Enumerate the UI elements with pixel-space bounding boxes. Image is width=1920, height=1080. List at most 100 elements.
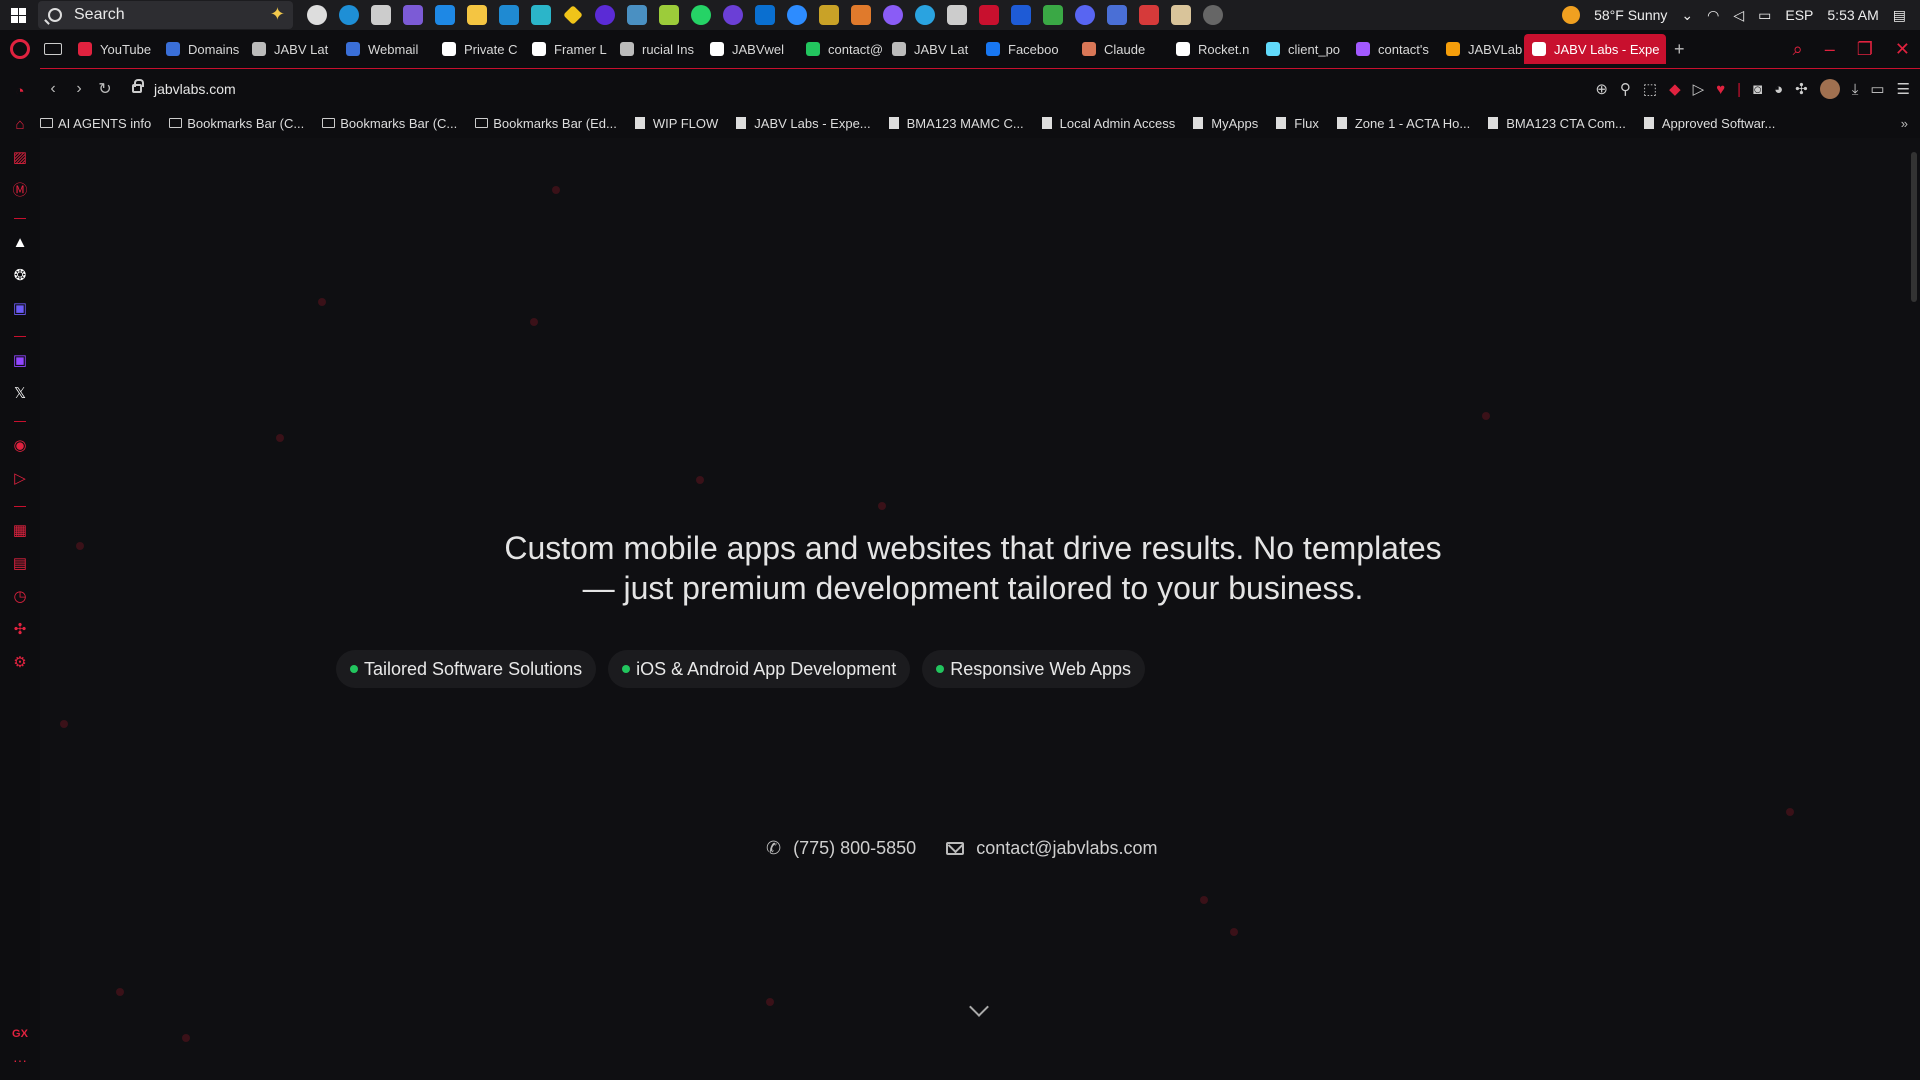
snapshot-icon[interactable]: ⬚ <box>1643 80 1657 98</box>
app-icon[interactable] <box>1107 5 1127 25</box>
volume-icon[interactable]: ◁ <box>1733 7 1744 24</box>
scroll-down-chevron-icon[interactable] <box>969 997 989 1017</box>
zoom-icon[interactable]: ⊕ <box>1595 80 1608 98</box>
download-icon[interactable]: ⤓ <box>1852 81 1859 98</box>
bookmark-item[interactable]: MyApps <box>1193 116 1258 131</box>
pocket-icon[interactable]: ◆ <box>1669 80 1681 98</box>
url-text[interactable]: jabvlabs.com <box>154 81 236 97</box>
bookmark-item[interactable]: BMA123 CTA Com... <box>1488 116 1626 131</box>
browser-tab[interactable]: JABVLab <box>1438 34 1524 64</box>
app-icon[interactable] <box>819 5 839 25</box>
bookmark-item[interactable]: Flux <box>1276 116 1319 131</box>
email-address[interactable]: contact@jabvlabs.com <box>976 838 1157 859</box>
bookmark-item[interactable]: WIP FLOW <box>634 116 718 131</box>
app-icon[interactable] <box>1011 5 1031 25</box>
back-button[interactable]: ‹ <box>40 80 66 98</box>
weather-text[interactable]: 58°F Sunny <box>1594 7 1667 23</box>
phone-link[interactable]: ✆ (775) 800-5850 <box>766 838 916 859</box>
browser-tab[interactable]: Faceboo <box>978 34 1074 64</box>
send-icon[interactable]: ▷ <box>1693 80 1705 98</box>
app-icon[interactable] <box>723 5 743 25</box>
heart-icon[interactable]: ♥ <box>1716 81 1725 98</box>
bookmark-item[interactable]: BMA123 MAMC C... <box>888 116 1024 131</box>
app-icon[interactable] <box>1171 5 1191 25</box>
player-icon[interactable]: ◉ <box>11 437 29 455</box>
settings-gear-icon[interactable]: ⚙ <box>11 654 29 672</box>
language-indicator[interactable]: ESP <box>1785 7 1813 23</box>
app-icon[interactable] <box>1203 5 1223 25</box>
restore-button[interactable]: ❐ <box>1857 39 1873 60</box>
browser-tab[interactable]: YouTube <box>70 34 158 64</box>
x-twitter-icon[interactable]: 𝕏 <box>11 385 29 403</box>
browser-tab[interactable]: contact@ <box>798 34 884 64</box>
battery-saver-icon[interactable]: ▭ <box>1870 80 1884 98</box>
app-icon[interactable] <box>1139 5 1159 25</box>
bookmark-item[interactable]: JABV Labs - Expe... <box>736 116 871 131</box>
speed-dial-icon[interactable]: ◔ <box>11 83 29 101</box>
clock[interactable]: 5:53 AM <box>1827 7 1878 23</box>
minimize-button[interactable]: – <box>1825 39 1835 60</box>
windows-start-icon[interactable] <box>0 0 36 30</box>
battery-icon[interactable]: ▭ <box>1758 7 1771 24</box>
aria-icon[interactable]: ▨ <box>11 149 29 167</box>
gx-label[interactable]: GX <box>12 1028 28 1040</box>
bookmark-item[interactable]: AI AGENTS info <box>40 116 151 131</box>
app-icon[interactable] <box>851 5 871 25</box>
vscode-app-icon[interactable] <box>499 5 519 25</box>
workspaces-icon[interactable] <box>44 43 62 55</box>
easy-setup-icon[interactable]: ☰ <box>1897 80 1910 98</box>
url-field[interactable]: jabvlabs.com <box>132 79 236 97</box>
app-icon[interactable] <box>659 5 679 25</box>
bookmarks-overflow-icon[interactable]: » <box>1901 116 1908 131</box>
more-options-icon[interactable]: ··· <box>13 1052 27 1068</box>
home-icon[interactable]: ⌂ <box>11 116 29 134</box>
browser-tab[interactable]: Rocket.n <box>1168 34 1258 64</box>
phone-number[interactable]: (775) 800-5850 <box>793 838 916 859</box>
discord-app-icon[interactable] <box>1075 5 1095 25</box>
scrollbar-thumb[interactable] <box>1911 152 1917 302</box>
browser-tab[interactable]: client_po <box>1258 34 1348 64</box>
opera-menu-icon[interactable] <box>0 30 40 68</box>
whatsapp-app-icon[interactable] <box>691 5 711 25</box>
app-icon[interactable]: ▣ <box>11 300 29 318</box>
bookmark-item[interactable]: Bookmarks Bar (C... <box>322 116 457 131</box>
browser-tab[interactable]: rucial Ins <box>612 34 702 64</box>
music-player-icon[interactable]: Ⓜ <box>11 182 29 200</box>
new-tab-button[interactable]: + <box>1674 39 1685 60</box>
browser-tab[interactable]: JABV Labs - Expe <box>1524 34 1666 64</box>
app-icon[interactable] <box>947 5 967 25</box>
extensions-puzzle-icon[interactable]: ✣ <box>1795 80 1808 98</box>
opera-app-icon[interactable] <box>979 5 999 25</box>
app-icon[interactable] <box>531 5 551 25</box>
app-icon[interactable]: ▲ <box>11 234 29 252</box>
tray-chevron-up-icon[interactable]: ⌄ <box>1681 7 1693 24</box>
browser-tab[interactable]: Framer L <box>524 34 612 64</box>
bookmark-item[interactable]: Bookmarks Bar (C... <box>169 116 304 131</box>
browser-tab[interactable]: JABV Lat <box>884 34 978 64</box>
file-explorer-app-icon[interactable] <box>467 5 487 25</box>
extensions-icon[interactable]: ✣ <box>11 621 29 639</box>
flow-icon[interactable]: ▷ <box>11 470 29 488</box>
zoom-app-icon[interactable] <box>787 5 807 25</box>
browser-tab[interactable]: Private C <box>434 34 524 64</box>
forward-button[interactable]: › <box>66 80 92 98</box>
browser-tab[interactable]: JABVwel <box>702 34 798 64</box>
edge-app-icon[interactable] <box>339 5 359 25</box>
reload-button[interactable]: ↻ <box>92 79 118 99</box>
app-icon[interactable] <box>1043 5 1063 25</box>
messenger-app-icon[interactable] <box>883 5 903 25</box>
bookmark-item[interactable]: Zone 1 - ACTA Ho... <box>1336 116 1470 131</box>
app-icon[interactable] <box>627 5 647 25</box>
taskbar-search[interactable]: Search ✦ <box>38 1 293 29</box>
chrome-app-icon[interactable] <box>307 5 327 25</box>
bookmark-item[interactable]: Bookmarks Bar (Ed... <box>475 116 617 131</box>
wifi-icon[interactable]: ◠ <box>1707 7 1719 24</box>
app-icon[interactable] <box>563 5 583 25</box>
close-window-button[interactable]: ✕ <box>1895 39 1910 60</box>
chatgpt-icon[interactable]: ❂ <box>11 267 29 285</box>
browser-tab[interactable]: contact's <box>1348 34 1438 64</box>
store-app-icon[interactable] <box>371 5 391 25</box>
app-icon[interactable] <box>435 5 455 25</box>
color-wheel-icon[interactable]: ◕ <box>1774 81 1783 98</box>
bookmark-item[interactable]: Local Admin Access <box>1041 116 1175 131</box>
